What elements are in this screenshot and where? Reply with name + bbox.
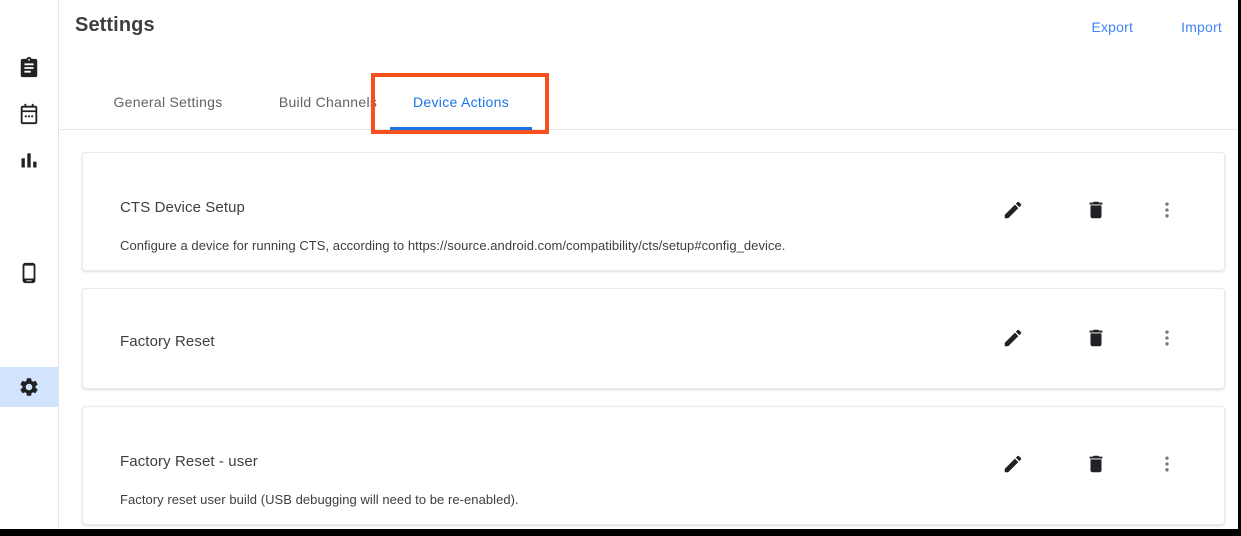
pencil-icon [1002, 199, 1024, 221]
device-action-buttons [993, 289, 1224, 388]
export-button[interactable]: Export [1091, 19, 1133, 35]
sidebar-nav [0, 0, 59, 529]
device-action-buttons [993, 407, 1224, 524]
sidebar-item-devices[interactable] [0, 253, 58, 293]
device-action-card[interactable]: Factory Reset - user Factory reset user … [82, 406, 1225, 525]
trash-icon [1085, 453, 1107, 475]
tab-general-settings[interactable]: General Settings [88, 74, 248, 130]
bar-chart-icon [19, 150, 39, 170]
more-options-button[interactable] [1147, 452, 1187, 476]
delete-button[interactable] [1076, 326, 1116, 350]
delete-button[interactable] [1076, 198, 1116, 222]
settings-screen: Settings Export Import General Settings … [0, 0, 1241, 536]
sidebar-item-test-runs[interactable] [0, 48, 58, 88]
sidebar-item-schedules[interactable] [0, 94, 58, 134]
gear-icon [18, 376, 40, 398]
device-action-buttons [993, 153, 1224, 270]
settings-tabbar: General Settings Build Channels Device A… [60, 74, 1238, 130]
device-action-card[interactable]: Factory Reset [82, 288, 1225, 389]
window-border-bottom [0, 529, 1241, 536]
more-vert-icon [1157, 328, 1177, 348]
trash-icon [1085, 199, 1107, 221]
device-action-card[interactable]: CTS Device Setup Configure a device for … [82, 152, 1225, 271]
sidebar-item-reports[interactable] [0, 140, 58, 180]
device-action-description: Factory reset user build (USB debugging … [120, 492, 519, 507]
calendar-icon [18, 103, 40, 125]
pencil-icon [1002, 453, 1024, 475]
smartphone-icon [18, 262, 40, 284]
more-vert-icon [1157, 454, 1177, 474]
page-title: Settings [75, 14, 155, 36]
header-actions: Export Import [1091, 19, 1222, 35]
main-content: Settings Export Import General Settings … [60, 0, 1238, 529]
device-action-title: Factory Reset [120, 333, 215, 350]
import-button[interactable]: Import [1181, 19, 1222, 35]
more-options-button[interactable] [1147, 326, 1187, 350]
sidebar-item-settings[interactable] [0, 367, 58, 407]
more-vert-icon [1157, 200, 1177, 220]
trash-icon [1085, 327, 1107, 349]
edit-button[interactable] [993, 326, 1033, 350]
edit-button[interactable] [993, 198, 1033, 222]
device-action-description: Configure a device for running CTS, acco… [120, 238, 786, 253]
delete-button[interactable] [1076, 452, 1116, 476]
device-action-title: Factory Reset - user [120, 453, 258, 470]
clipboard-icon [18, 57, 40, 79]
device-actions-list: CTS Device Setup Configure a device for … [60, 131, 1238, 529]
more-options-button[interactable] [1147, 198, 1187, 222]
pencil-icon [1002, 327, 1024, 349]
device-action-title: CTS Device Setup [120, 199, 245, 216]
tab-device-actions[interactable]: Device Actions [376, 74, 546, 130]
edit-button[interactable] [993, 452, 1033, 476]
